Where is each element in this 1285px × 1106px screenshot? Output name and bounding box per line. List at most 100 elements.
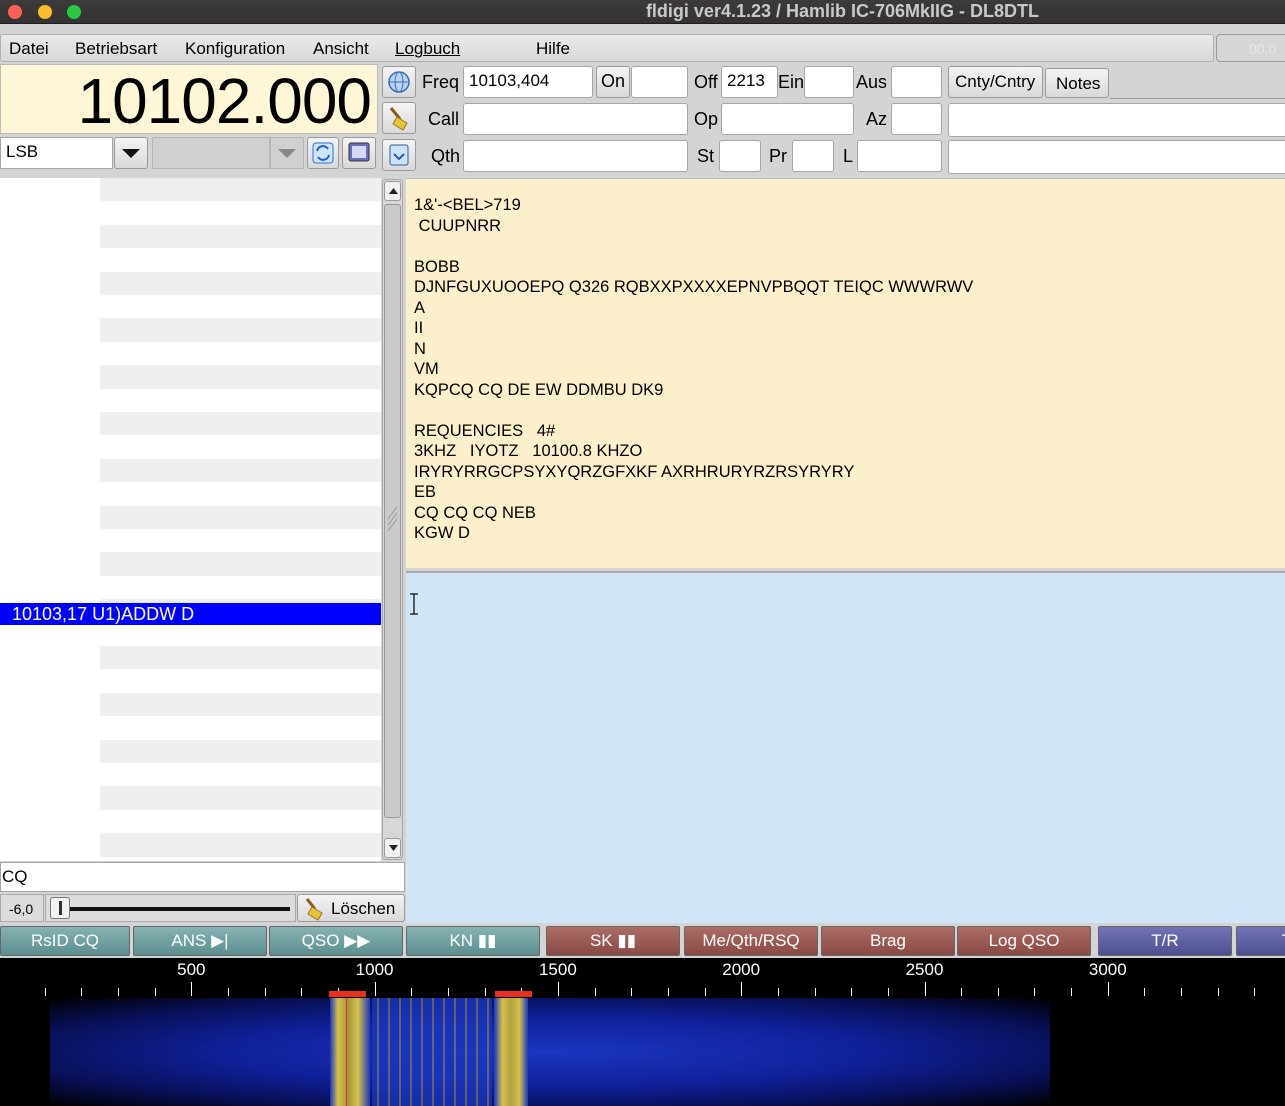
- signal-browser-row[interactable]: [0, 833, 381, 857]
- country-field[interactable]: [948, 103, 1285, 137]
- signal-browser-row[interactable]: [0, 201, 381, 224]
- time-off-field[interactable]: 2213: [721, 66, 778, 98]
- signal-browser-row[interactable]: [0, 271, 381, 295]
- macro-button-7[interactable]: Log QSO: [957, 926, 1091, 956]
- broom-icon: [305, 898, 323, 921]
- macro-button-0[interactable]: RsID CQ: [0, 926, 130, 956]
- signal-browser-row[interactable]: [0, 389, 381, 412]
- scroll-down-button[interactable]: [384, 838, 401, 858]
- signal-browser-row[interactable]: [0, 810, 381, 833]
- scroll-thumb[interactable]: [384, 204, 401, 818]
- signal-browser-row[interactable]: [0, 692, 381, 717]
- signal-browser-row[interactable]: [0, 365, 381, 389]
- signal-browser[interactable]: 10103,17 U1)ADDW D: [0, 178, 381, 861]
- notes-field[interactable]: [948, 140, 1285, 174]
- save-icon: [389, 144, 409, 166]
- call-label: Call: [428, 109, 460, 129]
- title-bar: fldigi ver4.1.23 / Hamlib IC-706MkIIG - …: [0, 0, 1285, 24]
- frequency-display[interactable]: 10102.000: [0, 64, 378, 137]
- signal-browser-row[interactable]: [0, 786, 381, 810]
- bandwidth-dropdown-button[interactable]: [270, 137, 304, 169]
- signal-browser-scrollbar[interactable]: [382, 179, 403, 860]
- az-field[interactable]: [891, 103, 942, 135]
- scale-label: 1500: [538, 960, 577, 979]
- signal-browser-row[interactable]: [0, 669, 381, 692]
- tx-marker[interactable]: [495, 991, 532, 997]
- macro-button-1[interactable]: ANS ▶|: [133, 926, 267, 956]
- squelch-handle[interactable]: [50, 897, 70, 919]
- signal-browser-row[interactable]: [0, 248, 381, 271]
- signal-browser-row[interactable]: [0, 412, 381, 436]
- menu-betriebsart[interactable]: Betriebsart: [75, 39, 157, 59]
- signal-browser-row[interactable]: [0, 295, 381, 318]
- macro-button-6[interactable]: Brag: [821, 926, 955, 956]
- menu-konfiguration[interactable]: Konfiguration: [185, 39, 285, 59]
- signal-browser-row[interactable]: [0, 646, 381, 670]
- signal-browser-row[interactable]: [0, 623, 381, 646]
- signal-browser-row[interactable]: [0, 576, 381, 599]
- tab-cnty[interactable]: Cnty/Cntry: [948, 66, 1043, 98]
- signal-browser-row[interactable]: [0, 763, 381, 786]
- signal-browser-row[interactable]: [0, 435, 381, 458]
- signal-browser-row[interactable]: [0, 739, 381, 763]
- signal-browser-selected-row[interactable]: 10103,17 U1)ADDW D: [0, 603, 381, 625]
- mode-dropdown-button[interactable]: [114, 137, 148, 169]
- swap-vfo-button[interactable]: [307, 137, 339, 169]
- signal-browser-row[interactable]: [0, 529, 381, 552]
- squelch-value: -6,0: [0, 894, 44, 922]
- rx-text-pane[interactable]: 1&'-<BEL>719 CUUPNRR BOBB DJNFGUXUOOEPQ Q3…: [406, 178, 1285, 568]
- rx-marker[interactable]: [329, 991, 366, 997]
- call-field[interactable]: [463, 103, 688, 135]
- chevron-down-icon: [278, 149, 296, 158]
- signal-browser-row[interactable]: [0, 552, 381, 576]
- signal-browser-row[interactable]: [0, 716, 381, 739]
- scale-tick: [741, 982, 743, 996]
- macro-button-9[interactable]: T: [1236, 926, 1285, 956]
- clear-log-button[interactable]: [382, 102, 416, 134]
- province-field[interactable]: [792, 140, 834, 172]
- rst-in-field[interactable]: [804, 66, 854, 98]
- rx-text-line: 1&'-<BEL>719: [414, 196, 521, 214]
- menu-datei[interactable]: Datei: [9, 39, 49, 59]
- signal-search-input[interactable]: CQ: [0, 862, 405, 892]
- time-on-button[interactable]: On: [596, 66, 630, 98]
- menu-hilfe[interactable]: Hilfe: [536, 39, 570, 59]
- macro-button-5[interactable]: Me/Qth/RSQ: [684, 926, 818, 956]
- op-field[interactable]: [721, 103, 854, 135]
- scale-tick: [484, 988, 486, 996]
- signal-browser-row[interactable]: [0, 342, 381, 365]
- monitor-icon: [348, 142, 370, 162]
- signal-browser-row[interactable]: [0, 505, 381, 529]
- qth-field[interactable]: [463, 140, 688, 172]
- freq-field[interactable]: 10103,404: [463, 66, 593, 98]
- signal-browser-row[interactable]: [0, 482, 381, 505]
- mode-select[interactable]: LSB: [0, 137, 113, 169]
- time-on-field[interactable]: [631, 66, 688, 98]
- rst-out-field[interactable]: [891, 66, 942, 98]
- signal-browser-row[interactable]: [0, 224, 381, 249]
- tx-text-pane[interactable]: [406, 571, 1285, 923]
- save-log-button[interactable]: [382, 139, 416, 171]
- waterfall-display[interactable]: [0, 998, 1285, 1106]
- clear-signals-button[interactable]: Löschen: [297, 894, 405, 922]
- lookup-button[interactable]: [382, 66, 416, 98]
- bandwidth-select[interactable]: [152, 137, 270, 169]
- menu-logbuch[interactable]: Logbuch: [395, 39, 460, 59]
- scroll-up-button[interactable]: [384, 181, 401, 201]
- macro-button-3[interactable]: KN ▮▮: [406, 926, 540, 956]
- macro-button-2[interactable]: QSO ▶▶: [269, 926, 403, 956]
- squelch-slider[interactable]: [45, 894, 296, 922]
- tab-baseline: [1110, 98, 1285, 99]
- menu-bar: Datei Betriebsart Konfiguration Ansicht …: [0, 34, 1214, 62]
- state-field[interactable]: [719, 140, 761, 172]
- rig-control-button[interactable]: [342, 137, 376, 169]
- signal-browser-row[interactable]: [0, 458, 381, 483]
- signal-browser-row[interactable]: [0, 178, 381, 202]
- macro-button-8[interactable]: T/R: [1098, 926, 1232, 956]
- tab-notes[interactable]: Notes: [1045, 68, 1109, 98]
- locator-field[interactable]: [857, 140, 942, 172]
- menu-ansicht[interactable]: Ansicht: [313, 39, 369, 59]
- macro-button-4[interactable]: SK ▮▮: [546, 926, 680, 956]
- signal-browser-row[interactable]: [0, 318, 381, 342]
- scale-label: 1000: [355, 960, 394, 979]
